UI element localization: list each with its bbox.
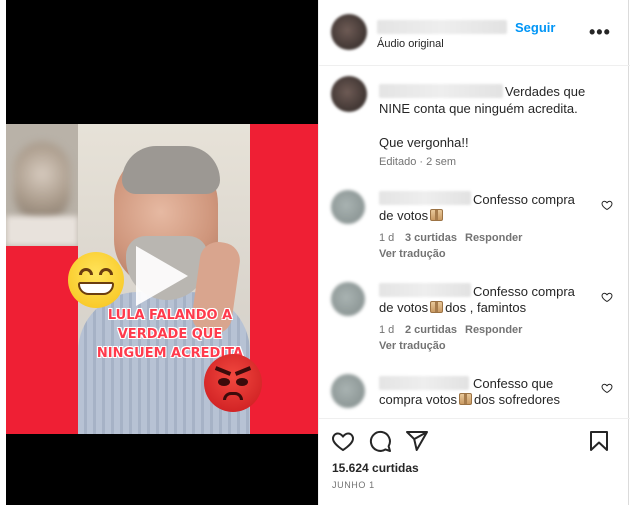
package-emoji-icon: [459, 393, 473, 405]
caption-text-line1: Verdades que: [505, 84, 586, 99]
follow-button[interactable]: Seguir: [515, 20, 555, 35]
comment-username-redacted[interactable]: [379, 283, 471, 297]
bookmark-icon[interactable]: [587, 429, 611, 453]
audio-link[interactable]: Áudio original: [377, 38, 444, 50]
caption-meta: Editado · 2 sem: [379, 156, 457, 168]
comment-icon[interactable]: [368, 429, 392, 453]
comment-like-heart-icon[interactable]: [601, 382, 613, 394]
see-translation-link[interactable]: Ver tradução: [379, 248, 446, 260]
post-side-panel: Seguir Áudio original ••• Verdades que N…: [318, 0, 630, 505]
angry-face-emoji-icon: [204, 354, 262, 412]
package-emoji-icon: [430, 301, 444, 313]
reply-button[interactable]: Responder: [465, 232, 522, 244]
heart-icon[interactable]: [331, 429, 355, 453]
grimacing-emoji-icon: [68, 252, 124, 308]
comment-text: Confesso compra: [473, 192, 575, 207]
post-action-bar: 15.624 curtidas JUNHO 1: [319, 418, 630, 505]
share-icon[interactable]: [405, 429, 429, 453]
author-avatar[interactable]: [331, 14, 367, 50]
caption-author-avatar[interactable]: [331, 76, 367, 112]
comment-like-heart-icon[interactable]: [601, 291, 613, 303]
video-player[interactable]: LULA FALANDO A VERDADE QUE NINGUEM ACRED…: [6, 0, 318, 505]
caption-author-redacted[interactable]: [379, 84, 503, 98]
comment-text: Confesso compra: [473, 284, 575, 299]
post-header: Seguir Áudio original •••: [319, 0, 630, 66]
reply-button[interactable]: Responder: [465, 324, 522, 336]
likes-count[interactable]: 15.624 curtidas: [332, 461, 419, 475]
blurred-webcam-thumbnail: [6, 124, 78, 246]
comment-likes-count[interactable]: 2 curtidas: [405, 324, 457, 336]
package-emoji-icon: [430, 209, 444, 221]
comment-username-redacted[interactable]: [379, 376, 469, 390]
comment-text-cont: de votos dos , famintos: [379, 300, 527, 315]
author-username-redacted[interactable]: [377, 20, 507, 34]
post-date[interactable]: JUNHO 1: [332, 480, 375, 490]
comment-likes-count[interactable]: 3 curtidas: [405, 232, 457, 244]
comment-avatar[interactable]: [331, 374, 365, 408]
see-translation-link[interactable]: Ver tradução: [379, 340, 446, 352]
video-frame[interactable]: LULA FALANDO A VERDADE QUE NINGUEM ACRED…: [6, 124, 318, 434]
comment-username-redacted[interactable]: [379, 191, 471, 205]
more-options-icon[interactable]: •••: [589, 22, 611, 43]
comment-text-cont: de votos: [379, 207, 445, 224]
comment-like-heart-icon[interactable]: [601, 199, 613, 211]
play-icon[interactable]: [136, 246, 188, 306]
caption-text-line2: NINE conta que ninguém acredita.: [379, 101, 578, 116]
caption-text-line3: Que vergonha!!: [379, 135, 469, 150]
comment-time[interactable]: 1 d: [379, 324, 394, 336]
comment-text-cont: compra votos dos sofredores: [379, 392, 561, 407]
comment-time[interactable]: 1 d: [379, 232, 394, 244]
comment-avatar[interactable]: [331, 282, 365, 316]
comment-avatar[interactable]: [331, 190, 365, 224]
comment-text: Confesso que: [473, 376, 554, 391]
